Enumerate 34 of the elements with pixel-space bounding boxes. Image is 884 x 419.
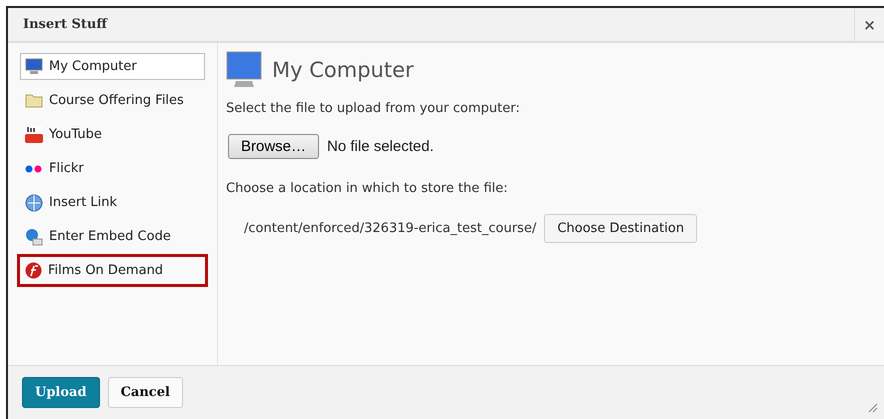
film-logo-icon — [25, 262, 42, 279]
globe-icon — [25, 194, 43, 212]
sidebar-item[interactable]: Films On Demand — [20, 257, 205, 284]
sidebar-item-label: Insert Link — [49, 195, 118, 210]
close-button[interactable]: × — [854, 8, 884, 41]
sidebar-item[interactable]: Insert Link — [20, 189, 205, 216]
resize-grip-icon[interactable] — [868, 403, 878, 413]
upload-prompt: Select the file to upload from your computer: — [226, 101, 521, 116]
sidebar-item-label: Flickr — [49, 161, 84, 176]
video-logo-icon — [25, 126, 43, 143]
sidebar-item[interactable]: My Computer — [20, 53, 205, 80]
sidebar-item-label: YouTube — [49, 127, 102, 142]
sidebar-item[interactable]: Course Offering Files — [20, 87, 205, 114]
sidebar-item-label: Course Offering Files — [49, 93, 184, 108]
browse-button[interactable]: Browse… — [228, 134, 320, 159]
sidebar-item[interactable]: YouTube — [20, 121, 205, 148]
globe-document-icon — [25, 228, 43, 246]
folder-icon — [25, 93, 43, 108]
section-heading: My Computer — [272, 58, 414, 82]
sidebar-item-label: My Computer — [49, 59, 137, 74]
cancel-button[interactable]: Cancel — [108, 377, 183, 408]
destination-path: /content/enforced/326319-erica_test_course/ — [244, 221, 536, 236]
sidebar-item[interactable]: Flickr — [20, 155, 205, 182]
sidebar-item-label: Enter Embed Code — [49, 229, 171, 244]
dots-icon — [25, 164, 43, 172]
sidebar-item-label: Films On Demand — [48, 263, 164, 278]
sidebar-item[interactable]: Enter Embed Code — [20, 223, 205, 250]
file-status: No file selected. — [327, 138, 434, 155]
choose-destination-button[interactable]: Choose Destination — [544, 214, 698, 243]
upload-button[interactable]: Upload — [22, 377, 100, 408]
window-title: Insert Stuff — [22, 17, 109, 32]
monitor-icon — [226, 51, 264, 89]
monitor-icon — [25, 58, 43, 75]
location-prompt: Choose a location in which to store the file: — [226, 181, 509, 196]
